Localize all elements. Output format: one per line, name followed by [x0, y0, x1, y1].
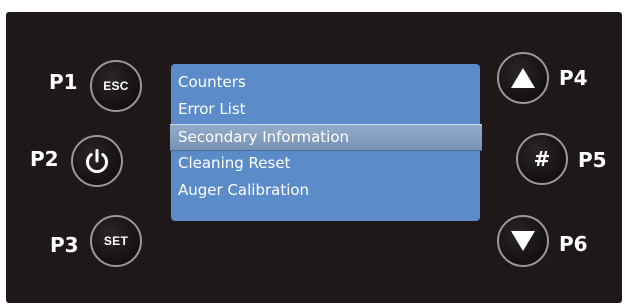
lcd-screen: Counters Error List Secondary Informatio…: [170, 64, 482, 221]
down-button[interactable]: [497, 215, 549, 267]
label-p4: P4: [559, 66, 588, 90]
label-p3: P3: [50, 233, 79, 257]
esc-button[interactable]: ESC: [90, 60, 142, 112]
label-p6: P6: [559, 232, 588, 256]
hash-button-label: #: [533, 147, 551, 171]
set-button[interactable]: SET: [90, 215, 142, 267]
triangle-down-icon: [510, 229, 536, 253]
menu-item-secondary-information[interactable]: Secondary Information: [170, 124, 482, 151]
menu-item-auger-calibration[interactable]: Auger Calibration: [171, 178, 480, 205]
triangle-up-icon: [510, 66, 536, 90]
label-p1: P1: [49, 70, 78, 94]
control-panel: P1 P2 P3 ESC SET Counters Error List Sec…: [6, 12, 622, 303]
esc-button-label: ESC: [103, 79, 129, 93]
up-button[interactable]: [497, 52, 549, 104]
label-p5: P5: [578, 148, 607, 172]
set-button-label: SET: [103, 234, 129, 248]
label-p2: P2: [30, 147, 59, 171]
menu-item-cleaning-reset[interactable]: Cleaning Reset: [171, 151, 480, 178]
menu-item-counters[interactable]: Counters: [171, 70, 480, 97]
power-icon: [82, 146, 112, 176]
hash-button[interactable]: #: [516, 133, 568, 185]
power-button[interactable]: [71, 135, 123, 187]
menu-item-error-list[interactable]: Error List: [171, 97, 480, 124]
